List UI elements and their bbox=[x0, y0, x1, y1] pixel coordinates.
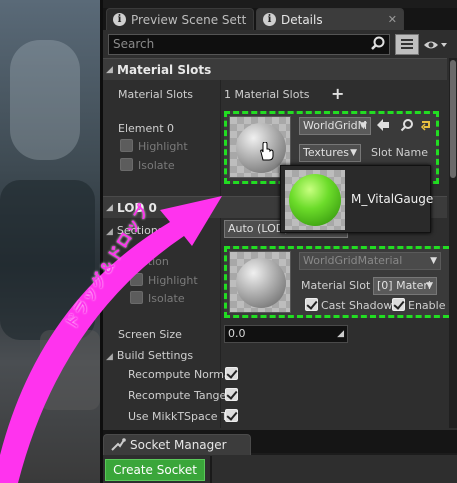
viewport-blur-shape bbox=[10, 40, 80, 160]
info-icon: i bbox=[113, 13, 126, 26]
highlight-label: Highlight bbox=[138, 140, 188, 153]
tab-label: Details bbox=[281, 13, 323, 27]
socket-icon bbox=[111, 438, 126, 451]
material-slot-label: Material Slot bbox=[301, 279, 371, 292]
eye-visibility-icon[interactable] bbox=[423, 37, 447, 53]
material-slots-count: 1 Material Slots bbox=[224, 88, 310, 101]
section-isolate-label: Isolate bbox=[148, 292, 185, 305]
create-socket-button[interactable]: Create Socket bbox=[105, 459, 205, 481]
material-slots-label: Material Slots bbox=[118, 88, 193, 101]
chevron-down-icon: ▼ bbox=[360, 121, 367, 131]
socket-panel-divider bbox=[210, 456, 212, 483]
chevron-down-icon: ▼ bbox=[350, 148, 357, 158]
recompute-tangents-checkbox[interactable] bbox=[225, 388, 238, 401]
preview-viewport[interactable] bbox=[0, 0, 100, 483]
cast-shadow-label: Cast Shadow bbox=[321, 299, 393, 312]
section-material-drop-target[interactable]: WorldGridMaterial ▼ Material Slot [0] Ma… bbox=[224, 246, 457, 318]
section-isolate-checkbox[interactable] bbox=[130, 291, 143, 304]
column-divider bbox=[220, 80, 221, 196]
hand-cursor-icon bbox=[260, 142, 274, 161]
collapse-arrow-icon: ◢ bbox=[106, 227, 113, 237]
material-slot-dropdown[interactable]: [0] Materi ▼ bbox=[373, 277, 437, 295]
search-icon[interactable] bbox=[371, 36, 385, 50]
slot-name-label: Slot Name bbox=[371, 146, 429, 159]
use-mikktspace-label: Use MikkTSpace T bbox=[128, 410, 228, 423]
browse-search-icon[interactable] bbox=[400, 118, 414, 132]
tab-details[interactable]: i Details ✕ bbox=[256, 8, 404, 30]
element-0-label: Element 0 bbox=[118, 122, 175, 135]
resize-handle-icon: ◢ bbox=[337, 329, 344, 339]
tab-label: Preview Scene Sett bbox=[131, 13, 247, 27]
collapse-arrow-icon: ◢ bbox=[106, 203, 113, 213]
dragged-asset-thumbnail bbox=[285, 170, 345, 230]
build-settings-label: ◢ Build Settings bbox=[106, 349, 194, 362]
isolate-checkbox[interactable] bbox=[120, 158, 133, 171]
screen-size-label: Screen Size bbox=[118, 328, 182, 341]
drag-drop-tooltip: M_VitalGauge bbox=[280, 165, 434, 233]
use-mikktspace-checkbox[interactable] bbox=[225, 409, 238, 422]
section-label: Section bbox=[128, 255, 169, 268]
viewport-blur-shape bbox=[40, 330, 100, 410]
search-row: Search bbox=[107, 34, 447, 56]
section-header-material-slots[interactable]: ◢ Material Slots bbox=[103, 58, 447, 80]
arrow-left-use-selected-icon[interactable] bbox=[376, 118, 390, 132]
chevron-down-icon: ▼ bbox=[426, 281, 433, 291]
tab-socket-manager[interactable]: Socket Manager bbox=[103, 434, 251, 455]
enable-collision-checkbox[interactable] bbox=[392, 298, 405, 311]
section-material-dropdown[interactable]: WorldGridMaterial ▼ bbox=[299, 252, 441, 270]
chevron-down-icon: ▼ bbox=[430, 256, 437, 266]
reset-to-default-icon[interactable] bbox=[420, 119, 432, 131]
collapse-arrow-icon: ◢ bbox=[106, 65, 113, 75]
search-input[interactable]: Search bbox=[108, 34, 390, 55]
section-material-thumbnail[interactable] bbox=[229, 251, 291, 313]
tab-preview-scene-settings[interactable]: i Preview Scene Sett bbox=[106, 8, 254, 30]
scrollbar-thumb[interactable] bbox=[450, 60, 456, 178]
green-sphere-preview bbox=[289, 174, 341, 226]
textures-dropdown[interactable]: Textures ▼ bbox=[299, 144, 361, 162]
collapse-arrow-icon: ◢ bbox=[106, 352, 113, 362]
recompute-normals-label: Recompute Norma bbox=[128, 368, 231, 381]
section-highlight-checkbox[interactable] bbox=[130, 273, 143, 286]
add-slot-button[interactable]: + bbox=[331, 84, 344, 103]
highlight-checkbox[interactable] bbox=[120, 139, 133, 152]
details-scrollbar[interactable] bbox=[449, 58, 457, 428]
isolate-label: Isolate bbox=[138, 159, 175, 172]
grid-icon bbox=[401, 39, 413, 49]
recompute-tangents-label: Recompute Tange bbox=[128, 389, 227, 402]
section-highlight-label: Highlight bbox=[148, 274, 198, 287]
material-sphere-preview bbox=[236, 258, 286, 308]
cast-shadow-checkbox[interactable] bbox=[305, 298, 318, 311]
close-icon[interactable]: ✕ bbox=[388, 9, 397, 30]
info-icon: i bbox=[263, 13, 276, 26]
view-options-grid-button[interactable] bbox=[395, 34, 419, 55]
recompute-normals-checkbox[interactable] bbox=[225, 367, 238, 380]
dragged-asset-name: M_VitalGauge bbox=[351, 192, 434, 206]
screen-size-input[interactable]: 0.0 ◢ bbox=[224, 325, 348, 343]
material-select-dropdown[interactable]: WorldGridM ▼ bbox=[299, 117, 371, 135]
